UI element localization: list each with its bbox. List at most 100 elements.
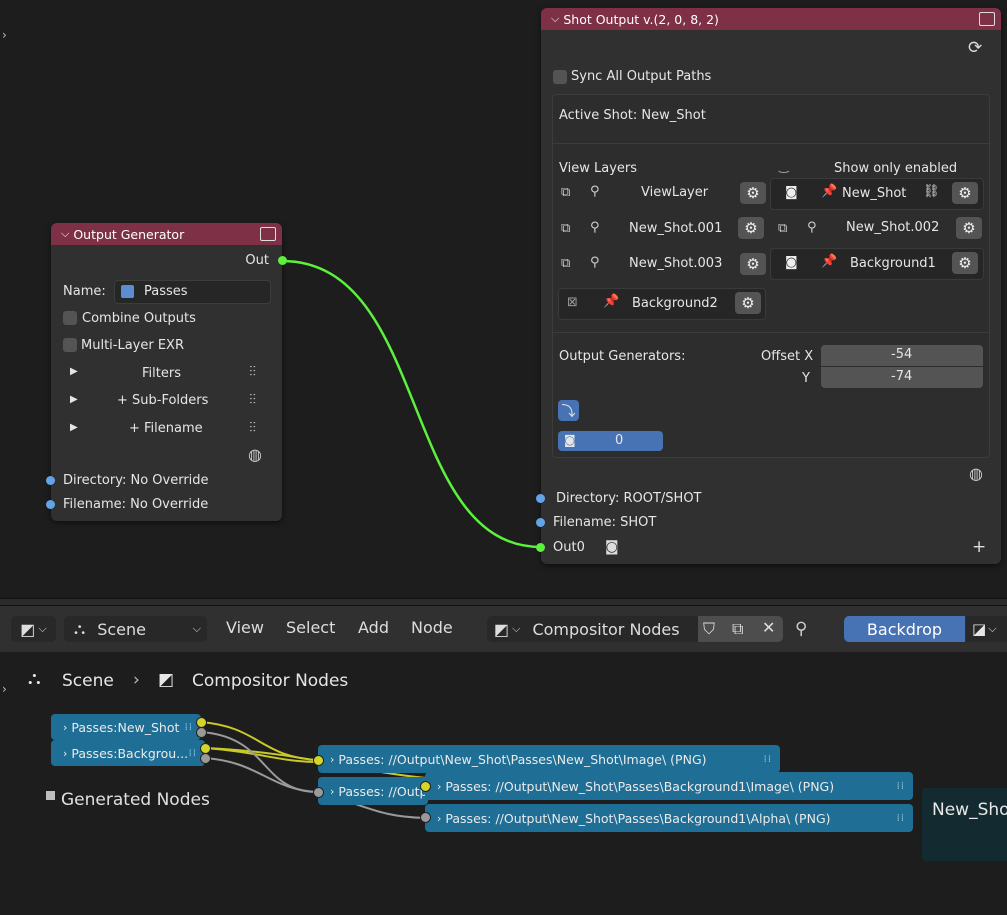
offset-x-field[interactable]: -54 [821, 345, 983, 366]
gear-icon[interactable]: ⚙ [740, 253, 766, 275]
sliders-icon[interactable]: ⫶⫶ [249, 420, 256, 436]
expand-filename-icon[interactable]: ▶ [70, 422, 78, 433]
output-socket[interactable] [200, 753, 211, 764]
render-layer-icon[interactable]: ⧉ [561, 221, 570, 236]
directory-socket[interactable] [536, 494, 545, 503]
pin-icon[interactable]: ⚲ [590, 184, 600, 199]
node-header[interactable]: ⌵ Output Generator [51, 223, 282, 245]
camera-off-icon[interactable]: ⊠ [567, 295, 578, 310]
file-output-node-4[interactable]: › Passes: //Output\New_Shot\Passes\Backgr… [425, 804, 913, 832]
node-header[interactable]: ⌵ Shot Output v.(2, 0, 8, 2) [541, 8, 1001, 30]
directory-socket[interactable] [46, 476, 55, 485]
file-output-node-2[interactable]: › Passes: //Outp [318, 777, 428, 805]
layer-name[interactable]: ViewLayer [641, 185, 708, 200]
gear-icon[interactable]: ⚙ [740, 182, 766, 204]
layer-card-active[interactable]: ◙ 📌 New_Shot ⛓ ⚙ [770, 178, 984, 210]
name-field[interactable]: Passes [114, 280, 271, 304]
shot-output-node[interactable]: ⌵ Shot Output v.(2, 0, 8, 2) ⟳ Sync All … [536, 8, 1001, 564]
sync-paths-checkbox[interactable] [553, 70, 567, 84]
chevron-right-icon[interactable]: › [330, 753, 334, 766]
layer-card-background2[interactable]: ⊠ 📌 Background2 ⚙ [558, 288, 766, 320]
scene-dropdown[interactable]: ⛬ Scene ⌵ [64, 616, 207, 642]
gear-icon[interactable]: ⚙ [952, 252, 978, 274]
camera-icon[interactable]: ◙ [785, 185, 798, 200]
layer-card-background1[interactable]: ◙ 📌 Background1 ⚙ [770, 248, 984, 280]
expand-subfolders-icon[interactable]: ▶ [70, 394, 78, 405]
backdrop-channels-dropdown[interactable]: ◪ ⌵ [966, 616, 1007, 642]
layer-name[interactable]: New_Shot.003 [629, 256, 722, 271]
output-generator-node[interactable]: ⌵ Output Generator Out Name: Passes Comb… [46, 223, 287, 521]
subfolders-label[interactable]: + Sub-Folders [117, 393, 208, 408]
filename-socket[interactable] [536, 518, 545, 527]
input-socket[interactable] [420, 781, 431, 792]
drag-handle-icon[interactable]: ⁞⁞ [185, 722, 193, 733]
input-socket[interactable] [313, 755, 324, 766]
filters-label[interactable]: Filters [142, 366, 181, 381]
node-tree-selector[interactable]: ◩ ⌵ Compositor Nodes ⛉ ⧉ ✕ [487, 616, 783, 642]
counter-field[interactable]: ◙ 0 [558, 431, 663, 451]
pin-active-icon[interactable]: 📌 [821, 254, 837, 269]
backdrop-toggle[interactable]: Backdrop [844, 616, 965, 642]
node-menu-icon[interactable] [260, 227, 276, 241]
menu-select[interactable]: Select [286, 618, 335, 637]
node-menu-icon[interactable] [979, 12, 995, 26]
eye-closed-icon[interactable]: ‿ [779, 159, 789, 173]
filename-socket[interactable] [46, 500, 55, 509]
sliders-icon[interactable]: ⫶⫶ [249, 392, 256, 408]
editor-type-dropdown[interactable]: ◩ ⌵ [11, 616, 56, 642]
drag-handle-icon[interactable]: ⁞⁞ [897, 813, 905, 824]
pin-icon[interactable]: ⚲ [807, 220, 817, 235]
gear-icon[interactable]: ⚙ [735, 292, 761, 314]
chevron-right-icon[interactable]: › [437, 780, 441, 793]
filename-label[interactable]: + Filename [129, 421, 203, 436]
multilayer-exr-checkbox[interactable] [63, 338, 77, 352]
drag-handle-icon[interactable]: ⁞⁞ [189, 748, 197, 759]
render-layer-icon[interactable]: ⧉ [561, 185, 570, 200]
expand-filters-icon[interactable]: ▶ [70, 366, 78, 377]
camera-icon[interactable]: ◙ [785, 255, 798, 270]
chevron-right-icon[interactable]: › [437, 812, 441, 825]
frame-label[interactable]: Generated Nodes [61, 790, 210, 810]
chevron-down-icon[interactable]: ⌵ [551, 12, 559, 26]
fake-user-shield-icon[interactable]: ⛉ [703, 619, 715, 639]
close-icon[interactable]: ✕ [762, 618, 775, 637]
file-output-node-3[interactable]: › Passes: //Output\New_Shot\Passes\Backgr… [425, 772, 913, 800]
globe-icon[interactable]: ◍ [969, 464, 983, 483]
gear-icon[interactable]: ⚙ [956, 217, 982, 239]
chevron-right-icon[interactable]: › [63, 721, 67, 734]
render-layer-icon[interactable]: ⧉ [561, 256, 570, 271]
pin-active-icon[interactable]: 📌 [821, 184, 837, 199]
menu-add[interactable]: Add [358, 618, 389, 637]
globe-icon[interactable]: ◍ [248, 445, 262, 464]
layer-name[interactable]: New_Shot.001 [629, 221, 722, 236]
node-editor-lower[interactable]: › ⛬ Scene › ◩ Compositor Nodes › Passes:N… [0, 652, 1007, 915]
menu-view[interactable]: View [226, 618, 264, 637]
input-node-background[interactable]: › Passes:Backgrou... ⁞⁞ [51, 740, 205, 766]
render-layer-icon[interactable]: ⧉ [778, 221, 787, 236]
pin-icon[interactable]: ⚲ [590, 220, 600, 235]
input-socket[interactable] [420, 812, 431, 823]
refresh-icon[interactable]: ⟳ [968, 38, 982, 58]
file-output-node-1[interactable]: › Passes: //Output\New_Shot\Passes\New_Sh… [318, 745, 780, 773]
output-socket[interactable] [196, 727, 207, 738]
chevron-down-icon[interactable]: ⌵ [61, 227, 69, 241]
pin-icon[interactable]: ⚲ [590, 255, 600, 270]
gear-icon[interactable]: ⚙ [952, 182, 978, 204]
layer-name[interactable]: New_Shot.002 [846, 220, 939, 235]
side-node[interactable]: New_Sho [922, 788, 1007, 861]
drag-handle-icon[interactable]: ⁞⁞ [764, 754, 772, 765]
show-only-enabled-label[interactable]: Show only enabled [834, 161, 957, 176]
input-node-new-shot[interactable]: › Passes:New_Shot ⁞⁞ [51, 714, 201, 740]
drag-handle-icon[interactable]: ⁞⁞ [897, 781, 905, 792]
combine-outputs-checkbox[interactable] [63, 311, 77, 325]
menu-node[interactable]: Node [411, 618, 453, 637]
duplicate-icon[interactable]: ⧉ [732, 619, 743, 639]
gear-icon[interactable]: ⚙ [738, 217, 764, 239]
offset-y-field[interactable]: -74 [821, 367, 983, 388]
pin-active-icon[interactable]: 📌 [603, 294, 619, 309]
chevron-right-icon[interactable]: › [63, 747, 67, 760]
sliders-icon[interactable]: ⫶⫶ [249, 364, 256, 380]
area-divider[interactable] [0, 598, 1007, 606]
input-socket[interactable] [313, 787, 324, 798]
add-generator-icon[interactable]: ⤵ [558, 400, 579, 421]
